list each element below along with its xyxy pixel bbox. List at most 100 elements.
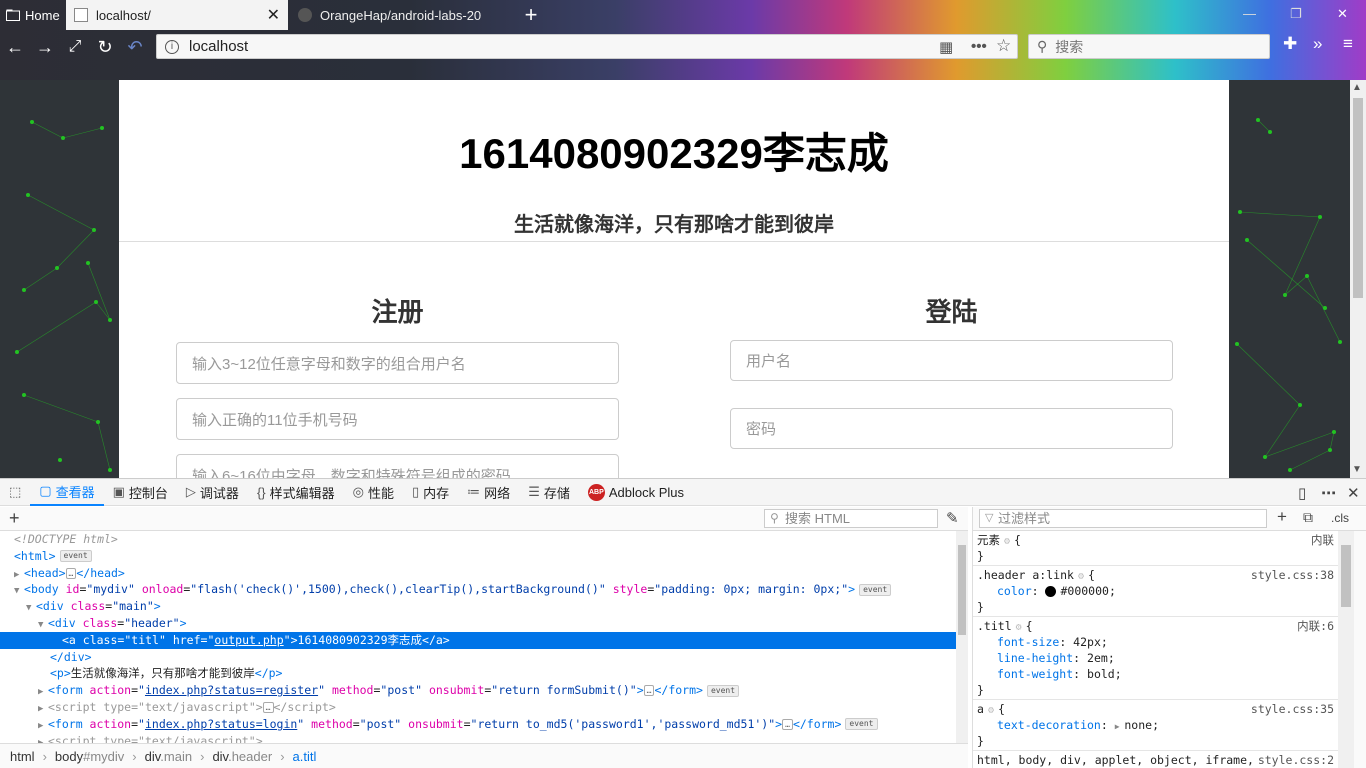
- more-icon[interactable]: •••: [971, 38, 987, 55]
- devtools-close-icon[interactable]: ✕: [1347, 484, 1360, 502]
- markup-line[interactable]: ▶ <script type="text/javascript">: [0, 733, 956, 743]
- forward-icon[interactable]: →: [34, 36, 56, 58]
- rules-scrollbar[interactable]: [1338, 531, 1354, 768]
- property-value[interactable]: bold: [1087, 667, 1115, 681]
- tab-network[interactable]: ≔ 网络: [458, 479, 519, 506]
- css-declaration[interactable]: line-height: 2em;: [977, 650, 1338, 666]
- ellipsis[interactable]: …: [643, 685, 655, 697]
- markup-line[interactable]: ▶ <head>… </head>: [0, 565, 956, 582]
- css-declaration[interactable]: font-weight: bold;: [977, 666, 1338, 682]
- ellipsis[interactable]: …: [65, 567, 77, 579]
- info-icon[interactable]: i: [165, 39, 179, 54]
- cls-button[interactable]: .cls: [1331, 511, 1349, 525]
- property-name[interactable]: font-weight: [997, 667, 1073, 681]
- scroll-down-icon[interactable]: ▼: [1352, 464, 1362, 475]
- login-username-input[interactable]: 用户名: [730, 340, 1173, 381]
- event-badge[interactable]: event: [845, 718, 878, 731]
- property-value[interactable]: none: [1124, 718, 1152, 732]
- home-button[interactable]: Home: [0, 0, 66, 30]
- side-panel-scrollbar[interactable]: [1354, 531, 1366, 768]
- event-badge[interactable]: event: [859, 583, 892, 596]
- ellipsis[interactable]: …: [262, 701, 274, 713]
- register-password-input[interactable]: 输入6~16位由字母、数字和特殊符号组成的密码: [176, 454, 619, 478]
- event-badge[interactable]: event: [59, 550, 92, 563]
- page-title-link[interactable]: 1614080902329李志成: [119, 120, 1229, 181]
- devtools-menu-icon[interactable]: ⋯: [1321, 484, 1336, 502]
- markup-scrollbar[interactable]: [956, 531, 968, 743]
- rule-source-link[interactable]: 内联: [1311, 532, 1334, 548]
- register-phone-input[interactable]: 输入正确的11位手机号码: [176, 398, 619, 440]
- tab-debugger[interactable]: ▷ 调试器: [177, 479, 248, 506]
- rule-selector[interactable]: .titl: [977, 619, 1012, 633]
- tab-performance[interactable]: ◎ 性能: [344, 479, 403, 506]
- css-rule[interactable]: a ⚙{style.css:35 text-decoration: ▶ none;}: [973, 700, 1338, 751]
- tab-inspector[interactable]: ▢ 查看器: [30, 479, 104, 506]
- rule-source-link[interactable]: style.css:2: [1258, 752, 1334, 768]
- breadcrumb-item[interactable]: div.header: [212, 749, 272, 764]
- expand-arrow-icon[interactable]: ▶: [1115, 722, 1125, 731]
- attr-link[interactable]: index.php?status=login: [145, 717, 297, 731]
- tab-adblock[interactable]: ABP Adblock Plus: [579, 479, 693, 506]
- qr-code-icon[interactable]: ▦: [939, 38, 953, 56]
- expand-arrow-icon[interactable]: ▶: [38, 735, 48, 743]
- markup-line[interactable]: ▶ <form action="index.php?status=register…: [0, 682, 956, 699]
- breadcrumb-item[interactable]: a.titl: [293, 749, 317, 764]
- tab-github[interactable]: OrangeHap/android-labs-20: [290, 0, 514, 30]
- scroll-thumb[interactable]: [958, 545, 966, 635]
- tab-console[interactable]: ▣ 控制台: [104, 479, 177, 506]
- markup-line[interactable]: ▼ <body id="mydiv" onload="flash('check()…: [0, 581, 956, 598]
- rule-selector[interactable]: .header a:link: [977, 568, 1074, 582]
- markup-line[interactable]: <!DOCTYPE html>: [0, 531, 956, 548]
- markup-line-selected[interactable]: <a class="titl" href="output.php">161408…: [0, 631, 956, 649]
- tab-memory[interactable]: ▯ 内存: [403, 479, 458, 506]
- markup-line[interactable]: ▼ <div class="main">: [0, 598, 956, 615]
- menu-icon[interactable]: ≡: [1343, 34, 1353, 54]
- add-node-icon[interactable]: +: [9, 508, 20, 529]
- rule-source-link[interactable]: style.css:38: [1251, 567, 1334, 583]
- highlight-selector-icon[interactable]: ⚙: [1016, 622, 1022, 633]
- element-picker-icon[interactable]: ⬚: [0, 479, 30, 506]
- scroll-up-icon[interactable]: ▲: [1352, 82, 1362, 93]
- markup-line[interactable]: </div>: [0, 649, 956, 666]
- close-icon[interactable]: ✕: [267, 5, 280, 25]
- property-name[interactable]: color: [997, 584, 1032, 598]
- highlight-selector-icon[interactable]: ⚙: [988, 705, 994, 716]
- tab-storage[interactable]: ☰ 存储: [519, 479, 579, 506]
- window-close-icon[interactable]: ✕: [1337, 6, 1348, 22]
- rule-selector[interactable]: html, body, div, applet, object, iframe,: [977, 753, 1254, 767]
- search-bar[interactable]: ⚲ 搜索: [1028, 34, 1270, 59]
- page-scrollbar[interactable]: ▲ ▼: [1350, 80, 1366, 478]
- markup-line[interactable]: <p>生活就像海洋，只有那啥才能到彼岸</p>: [0, 665, 956, 682]
- event-badge[interactable]: event: [706, 684, 740, 697]
- css-declaration[interactable]: text-decoration: ▶ none;: [977, 717, 1338, 733]
- breadcrumb-item[interactable]: html: [10, 749, 35, 764]
- markup-line[interactable]: ▶ <form action="index.php?status=login" m…: [0, 716, 956, 733]
- scroll-thumb[interactable]: [1353, 98, 1363, 298]
- register-username-input[interactable]: 输入3~12位任意字母和数字的组合用户名: [176, 342, 619, 384]
- property-name[interactable]: font-size: [997, 635, 1059, 649]
- attr-link[interactable]: index.php?status=register: [145, 683, 318, 697]
- ellipsis[interactable]: …: [782, 718, 793, 730]
- overflow-icon[interactable]: »: [1313, 34, 1322, 54]
- css-rule[interactable]: .titl ⚙{内联:6 font-size: 42px; line-height: …: [973, 617, 1338, 700]
- fullscreen-icon[interactable]: ⤢: [64, 36, 86, 58]
- css-rule[interactable]: html, body, div, applet, object, iframe,…: [973, 751, 1338, 768]
- property-name[interactable]: line-height: [997, 651, 1073, 665]
- css-rule[interactable]: .header a:link ⚙{style.css:38 color: #0000…: [973, 566, 1338, 617]
- rule-source-link[interactable]: 内联:6: [1297, 618, 1334, 634]
- scroll-thumb[interactable]: [1341, 545, 1351, 607]
- attr-link[interactable]: output.php: [214, 633, 283, 647]
- rule-selector[interactable]: a: [977, 702, 984, 716]
- highlight-selector-icon[interactable]: ⚙: [1004, 536, 1010, 547]
- bookmark-star-icon[interactable]: ☆: [996, 36, 1011, 56]
- login-password-input[interactable]: 密码: [730, 408, 1173, 449]
- property-value[interactable]: 42px: [1073, 635, 1101, 649]
- markup-line[interactable]: ▶ <script type="text/javascript">… </scrip…: [0, 699, 956, 716]
- tab-style-editor[interactable]: {} 样式编辑器: [248, 479, 344, 506]
- reload-icon[interactable]: ↻: [94, 36, 116, 58]
- filter-styles-input[interactable]: ▽ 过滤样式: [979, 509, 1267, 528]
- pseudo-class-icon[interactable]: ⧉: [1303, 509, 1313, 526]
- tab-localhost[interactable]: localhost/ ✕: [66, 0, 288, 30]
- rule-selector[interactable]: 元素: [977, 533, 1000, 547]
- new-tab-button[interactable]: +: [520, 2, 542, 28]
